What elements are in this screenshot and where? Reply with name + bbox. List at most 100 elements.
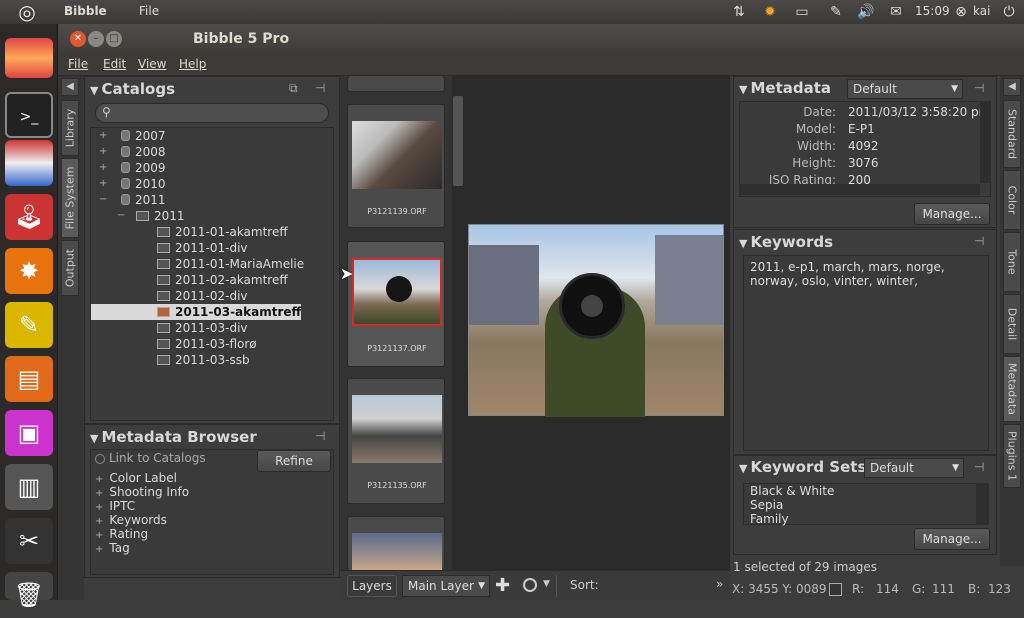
copy-icon[interactable]: ⧉ bbox=[289, 81, 298, 96]
catalog-tree-item[interactable]: 2011-02-div bbox=[91, 288, 327, 304]
menu-help[interactable]: Help bbox=[179, 57, 206, 71]
chevron-down-icon[interactable]: ▼ bbox=[543, 579, 550, 589]
metadata-vscroll[interactable] bbox=[980, 101, 991, 183]
metadata-header[interactable]: ▼ Metadata bbox=[739, 79, 831, 97]
thumbnail-cell-partial[interactable] bbox=[347, 76, 445, 92]
catalog-tree-item[interactable]: 2011-03-div bbox=[91, 320, 327, 336]
metadata-manage-button[interactable]: Manage... bbox=[914, 203, 990, 225]
expand-icon[interactable]: + bbox=[99, 160, 107, 176]
preview-image[interactable] bbox=[468, 224, 724, 417]
catalog-search-input[interactable]: ⚲ bbox=[95, 103, 329, 123]
collapse-icon[interactable]: − bbox=[99, 192, 107, 208]
tab-library[interactable]: Library bbox=[61, 100, 79, 156]
catalog-tree-item[interactable]: +2008 bbox=[91, 144, 327, 160]
menu-edit[interactable]: Edit bbox=[103, 57, 126, 71]
layer-select[interactable]: Main Layer ▼ bbox=[402, 575, 490, 597]
expand-icon[interactable]: + bbox=[95, 516, 103, 527]
metadata-hscroll[interactable] bbox=[739, 184, 980, 195]
expand-icon[interactable]: + bbox=[95, 544, 103, 555]
photo-tools-icon[interactable]: ✂ bbox=[5, 518, 53, 564]
tab-plugins[interactable]: Plugins 1 bbox=[1003, 424, 1021, 488]
tab-metadata[interactable]: Metadata bbox=[1003, 356, 1021, 422]
keyword-sets-manage-button[interactable]: Manage... bbox=[914, 528, 990, 550]
catalog-tree-item[interactable]: +2009 bbox=[91, 160, 327, 176]
workspace-switcher-icon[interactable]: ▣ bbox=[5, 410, 53, 456]
catalog-tree-item[interactable]: 2011-01-akamtreff bbox=[91, 224, 327, 240]
catalog-tree-item[interactable]: 2011-01-div bbox=[91, 240, 327, 256]
stacked-windows-icon[interactable] bbox=[5, 38, 53, 78]
metadata-browser-item[interactable]: + Keywords bbox=[95, 513, 167, 527]
keyword-sets-preset-select[interactable]: Default ▼ bbox=[864, 458, 964, 478]
expand-icon[interactable]: + bbox=[95, 474, 103, 485]
pin-icon[interactable]: ⊣ bbox=[974, 81, 984, 95]
keywords-header[interactable]: ▼ Keywords bbox=[739, 233, 833, 251]
tab-output[interactable]: Output bbox=[61, 240, 79, 296]
link-catalogs-checkbox[interactable] bbox=[95, 454, 105, 464]
catalog-tree-item[interactable]: − 2011 bbox=[91, 208, 327, 224]
pin-icon[interactable]: ⊣ bbox=[315, 429, 325, 443]
metadata-browser-item[interactable]: + IPTC bbox=[95, 499, 135, 513]
metadata-browser-item[interactable]: + Shooting Info bbox=[95, 485, 189, 499]
thumbnail-cell[interactable]: P3121139.ORF bbox=[347, 104, 445, 228]
joystick-icon[interactable]: 🕹 bbox=[5, 194, 53, 240]
catalog-tree-item[interactable]: +2010 bbox=[91, 176, 327, 192]
expand-icon[interactable]: + bbox=[99, 144, 107, 160]
tab-color[interactable]: Color bbox=[1003, 170, 1021, 230]
catalog-tree-item[interactable]: 2011-03-ssb bbox=[91, 352, 327, 368]
expand-icon[interactable]: + bbox=[99, 176, 107, 192]
thumbnail-cell-selected[interactable]: P3121137.ORF bbox=[347, 241, 445, 367]
folder-app-icon[interactable]: ▤ bbox=[5, 356, 53, 402]
pin-icon[interactable]: ⊣ bbox=[315, 81, 325, 95]
more-icon[interactable]: » bbox=[716, 577, 723, 591]
close-icon[interactable]: ✕ bbox=[70, 31, 86, 47]
sun-icon[interactable]: ✹ bbox=[760, 3, 780, 21]
keyword-set-item[interactable]: Sepia bbox=[750, 498, 783, 512]
power-icon[interactable]: ⏻ bbox=[999, 3, 1019, 21]
trash-icon[interactable]: 🗑 bbox=[5, 572, 53, 609]
text-editor-icon[interactable]: ✎ bbox=[5, 302, 53, 348]
ubuntu-logo-icon[interactable]: ◎ bbox=[14, 1, 40, 23]
catalog-tree-item[interactable]: 2011-02-akamtreff bbox=[91, 272, 327, 288]
menu-file[interactable]: File bbox=[68, 57, 88, 71]
keyword-set-item[interactable]: Black & White bbox=[750, 484, 834, 498]
battery-icon[interactable]: ▭ bbox=[792, 3, 812, 21]
add-layer-icon[interactable]: ✚ bbox=[495, 575, 510, 596]
file-manager-icon[interactable]: ▥ bbox=[5, 464, 53, 510]
metadata-browser-header[interactable]: ▼ Metadata Browser bbox=[90, 428, 257, 446]
tab-file-system[interactable]: File System bbox=[61, 158, 79, 238]
maximize-icon[interactable]: □ bbox=[106, 31, 122, 47]
refine-button[interactable]: Refine bbox=[257, 450, 331, 472]
keywords-textarea[interactable]: 2011, e-p1, march, mars, norge, norway, … bbox=[743, 255, 989, 451]
mail-icon[interactable]: ✉ bbox=[886, 3, 906, 21]
expand-icon[interactable]: + bbox=[99, 128, 107, 144]
catalog-tree-item[interactable]: +2007 bbox=[91, 128, 327, 144]
circle-tool-icon[interactable] bbox=[523, 578, 537, 592]
catalog-tree-item[interactable]: 2011-01-MariaAmelie bbox=[91, 256, 327, 272]
notes-icon[interactable]: ✎ bbox=[826, 3, 846, 21]
filmstrip-scrollbar[interactable] bbox=[452, 76, 464, 570]
expand-icon[interactable]: + bbox=[95, 488, 103, 499]
menu-view[interactable]: View bbox=[138, 57, 166, 71]
user-name[interactable]: kai bbox=[973, 4, 990, 18]
keyword-sets-scrollbar[interactable] bbox=[976, 483, 989, 525]
collapse-left-icon[interactable]: ◀ bbox=[61, 78, 79, 96]
filmstrip-scroll-thumb[interactable] bbox=[453, 96, 463, 186]
metadata-browser-item[interactable]: + Tag bbox=[95, 541, 130, 555]
image-viewer-icon[interactable] bbox=[5, 140, 53, 186]
tab-detail[interactable]: Detail bbox=[1003, 294, 1021, 354]
user-icon[interactable]: ⊗ bbox=[951, 3, 971, 21]
catalog-tree-item[interactable]: 2011-03-akamtreff bbox=[91, 304, 301, 320]
tab-tone[interactable]: Tone bbox=[1003, 232, 1021, 292]
layers-button[interactable]: Layers bbox=[347, 575, 397, 597]
minimize-icon[interactable]: – bbox=[88, 31, 104, 47]
network-icon[interactable]: ⇅ bbox=[729, 3, 749, 21]
expand-icon[interactable]: + bbox=[95, 502, 103, 513]
catalog-tree-item[interactable]: − 2011 bbox=[91, 192, 327, 208]
catalog-tree-item[interactable]: 2011-03-florø bbox=[91, 336, 327, 352]
keyword-sets-header[interactable]: ▼ Keyword Sets bbox=[739, 458, 866, 476]
expand-icon[interactable]: + bbox=[95, 530, 103, 541]
metadata-preset-select[interactable]: Default ▼ bbox=[847, 79, 963, 99]
thumbnail-cell-partial[interactable] bbox=[347, 516, 445, 571]
metadata-browser-item[interactable]: + Rating bbox=[95, 527, 148, 541]
collapse-icon[interactable]: − bbox=[117, 208, 125, 224]
